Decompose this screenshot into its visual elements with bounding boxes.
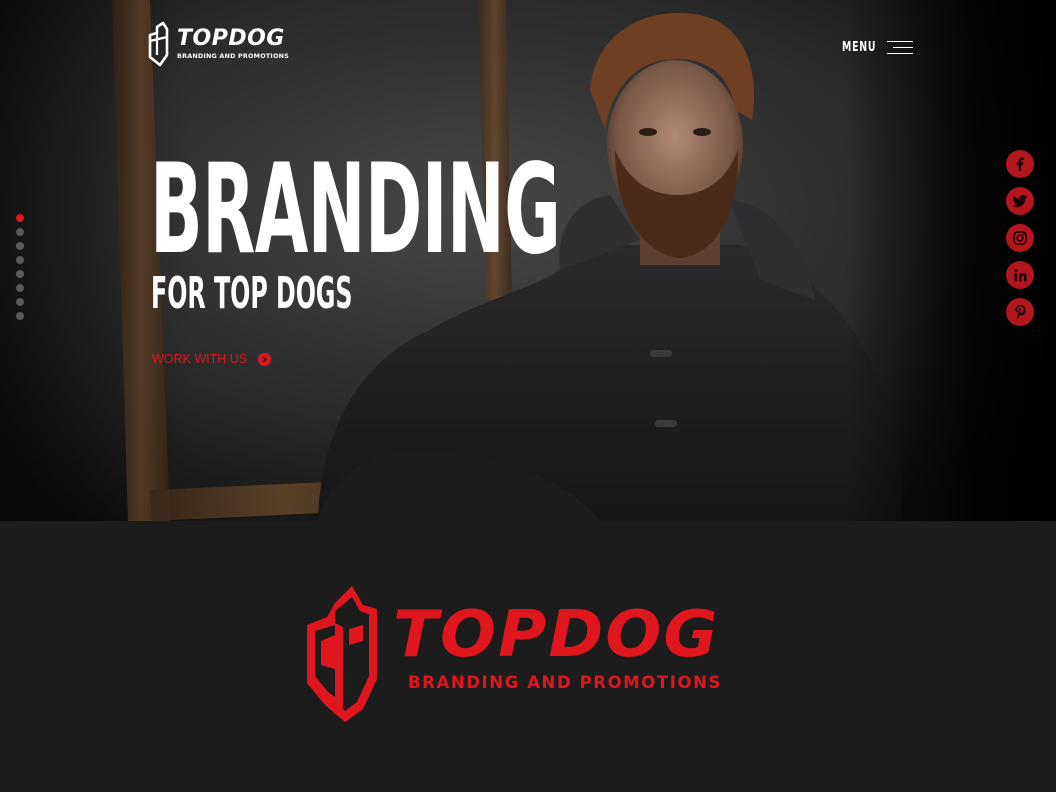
slide-dot[interactable] <box>16 256 24 264</box>
brand-logo-tagline: BRANDING AND PROMOTIONS <box>408 673 722 692</box>
social-links <box>1006 150 1034 326</box>
facebook-icon[interactable] <box>1006 150 1034 178</box>
twitter-icon[interactable] <box>1006 187 1034 215</box>
chevron-circle-right-icon <box>258 352 272 366</box>
linkedin-icon[interactable] <box>1006 261 1034 289</box>
slide-dot[interactable] <box>16 298 24 306</box>
site-logo[interactable]: TOPDOG BRANDING AND PROMOTIONS <box>147 20 297 68</box>
menu-button[interactable]: MENU <box>842 40 913 55</box>
slide-dot[interactable] <box>16 312 24 320</box>
cta-label: WORK WITH US <box>152 352 248 366</box>
slide-pagination <box>16 214 24 320</box>
site-logo-tagline: BRANDING AND PROMOTIONS <box>177 52 289 61</box>
brand-logo-wordmark: TOPDOG <box>393 598 720 672</box>
work-with-us-link[interactable]: WORK WITH US <box>152 352 272 366</box>
site-logo-text: TOPDOG BRANDING AND PROMOTIONS <box>177 26 289 61</box>
hero-section: TOPDOG BRANDING AND PROMOTIONS MENU BRAN… <box>0 0 1056 521</box>
topdog-emblem-icon <box>307 586 377 722</box>
menu-label: MENU <box>842 40 877 55</box>
instagram-icon[interactable] <box>1006 224 1034 252</box>
site-logo-wordmark: TOPDOG <box>177 26 285 52</box>
brand-logo-large: TOPDOG BRANDING AND PROMOTIONS <box>305 583 755 723</box>
hero-subheadline: FOR TOP DOGS <box>151 268 353 319</box>
slide-dot[interactable] <box>16 242 24 250</box>
slide-dot[interactable] <box>16 214 24 222</box>
slide-dot[interactable] <box>16 228 24 236</box>
slide-dot[interactable] <box>16 284 24 292</box>
slide-dot[interactable] <box>16 270 24 278</box>
hamburger-icon <box>887 40 913 55</box>
hero-headline: BRANDING <box>150 138 561 282</box>
pinterest-icon[interactable] <box>1006 298 1034 326</box>
topdog-emblem-icon <box>148 21 169 67</box>
